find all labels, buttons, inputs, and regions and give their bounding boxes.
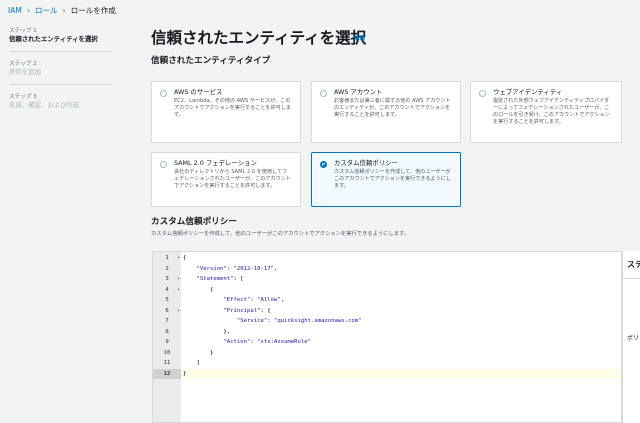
- code-text: "Statement": [: [196, 276, 244, 282]
- entity-card-title: SAML 2.0 フェデレーション: [174, 159, 257, 167]
- code-text: {: [183, 255, 187, 261]
- entity-card-aws-account[interactable]: AWS アカウント お客様または第三者に属する他の AWS アカウントのエンティ…: [311, 81, 461, 143]
- fold-toggle-icon[interactable]: ▾: [177, 285, 180, 295]
- entity-card-title: カスタム信頼ポリシー: [334, 159, 398, 167]
- code-line[interactable]: 1 ▾{: [153, 253, 621, 263]
- breadcrumb-current: ロールを作成: [70, 5, 116, 15]
- breadcrumb-iam-link[interactable]: IAM: [8, 6, 22, 15]
- code-text: ]: [183, 360, 200, 366]
- step-number: ステップ 1: [9, 28, 37, 34]
- chevron-right-icon: ›: [62, 5, 66, 15]
- policy-json-editor[interactable]: 1 ▾{2 "Version": "2012-10-17", 3 ▾ "Stateme…: [152, 251, 622, 423]
- info-link[interactable]: 情報: [354, 34, 365, 42]
- step-title: 許可を追加: [9, 68, 41, 76]
- code-text: "Principal": {: [223, 307, 271, 314]
- radio-button[interactable]: [160, 90, 167, 97]
- radio-button[interactable]: [479, 90, 486, 97]
- radio-button[interactable]: [160, 161, 167, 168]
- side-panel: ステ ポリ: [622, 251, 640, 423]
- custom-policy-desc: カスタム信頼ポリシーを作成して、他のユーザーがこのアカウントでアクションを実行で…: [151, 231, 410, 237]
- code-line[interactable]: 6 ▾ "Principal": {: [153, 306, 621, 316]
- divider: [623, 278, 640, 279]
- breadcrumb-roles-link[interactable]: ロール: [35, 5, 58, 16]
- chevron-right-icon: ›: [26, 5, 31, 15]
- step-1: ステップ 1 信頼されたエンティティを選択: [9, 27, 112, 52]
- step-number: ステップ 2: [9, 61, 37, 67]
- line-number: 10: [163, 349, 171, 356]
- entity-card-title: AWS アカウント: [334, 88, 383, 96]
- code-line[interactable]: 8 },: [153, 327, 621, 337]
- custom-policy-title: カスタム信頼ポリシー: [151, 217, 237, 227]
- code-line[interactable]: 7 "Service": "quicksight.amazonaws.com": [153, 316, 621, 326]
- code-line[interactable]: 9 "Action": "sts:AssumeRole": [153, 337, 621, 347]
- line-number: 8: [165, 328, 169, 335]
- code-line[interactable]: 11 ]: [153, 358, 621, 368]
- code-line[interactable]: 2 "Version": "2012-10-17",: [153, 264, 621, 274]
- code-text: }: [183, 349, 214, 356]
- radio-button[interactable]: [320, 90, 327, 97]
- code-line[interactable]: 3 ▾ "Statement": [: [153, 274, 621, 284]
- fold-toggle-icon[interactable]: ▾: [177, 306, 180, 316]
- line-number: 9: [165, 339, 169, 345]
- entity-card-desc: 会社のディレクトリから SAML 2.0 を使用してフェデレーションされたユーザ…: [174, 169, 291, 189]
- code-text: "Version": "2012-10-17",: [196, 265, 278, 272]
- step-title: 名前、確認、および作成: [9, 101, 80, 109]
- entity-card-desc: カスタム信頼ポリシーを作成して、他のユーザーがこのアカウントでアクションを実行で…: [334, 169, 451, 189]
- side-panel-text: ポリ: [627, 335, 640, 342]
- code-text: },: [183, 328, 231, 335]
- step-3: ステップ 3 名前、確認、および作成: [9, 93, 112, 117]
- entity-card-saml-federation[interactable]: SAML 2.0 フェデレーション 会社のディレクトリから SAML 2.0 を…: [151, 152, 301, 207]
- breadcrumb: IAM › ロール › ロールを作成: [8, 4, 116, 16]
- code-text: "Service": "quicksight.amazonaws.com": [236, 318, 362, 324]
- step-title: 信頼されたエンティティを選択: [9, 35, 98, 43]
- entity-card-title: ウェブアイデンティティ: [493, 88, 563, 96]
- line-number: 12: [153, 368, 181, 379]
- wizard-steps: ステップ 1 信頼されたエンティティを選択 ステップ 2 許可を追加 ステップ …: [9, 27, 112, 125]
- line-number: 11: [163, 360, 171, 366]
- line-number: 2: [165, 265, 169, 272]
- code-line[interactable]: 4 ▾ {: [153, 285, 621, 295]
- step-number: ステップ 3: [9, 94, 37, 100]
- radio-button-selected[interactable]: [320, 161, 327, 168]
- line-number: 5: [165, 297, 169, 303]
- entity-card-desc: EC2、Lambda、その他の AWS サービスが、このアカウントでアクションを…: [174, 98, 291, 118]
- code-line[interactable]: 10 }: [153, 348, 621, 358]
- line-number: 7: [165, 318, 169, 324]
- side-panel-heading: ステ: [627, 260, 640, 269]
- entity-card-web-identity[interactable]: ウェブアイデンティティ 指定された外部ウェブアイデンティティプロバイダーによって…: [470, 81, 622, 143]
- entity-card-aws-service[interactable]: AWS のサービス EC2、Lambda、その他の AWS サービスが、このアカ…: [151, 81, 301, 143]
- page-title: 信頼されたエンティティを選択: [151, 29, 367, 47]
- entity-section-title: 信頼されたエンティティタイプ: [151, 56, 271, 66]
- entity-card-desc: お客様または第三者に属する他の AWS アカウントのエンティティが、このアカウン…: [334, 98, 451, 118]
- code-line[interactable]: 12}: [153, 368, 621, 379]
- step-2: ステップ 2 許可を追加: [9, 60, 112, 85]
- entity-card-desc: 指定された外部ウェブアイデンティティプロバイダーによってフェデレーションされたユ…: [493, 98, 610, 125]
- fold-toggle-icon[interactable]: ▾: [177, 253, 180, 263]
- fold-toggle-icon[interactable]: ▾: [177, 274, 180, 284]
- entity-card-custom-trust-policy[interactable]: カスタム信頼ポリシー カスタム信頼ポリシーを作成して、他のユーザーがこのアカウン…: [311, 152, 461, 207]
- code-text: }: [183, 370, 187, 377]
- code-text: "Action": "sts:AssumeRole": [223, 339, 312, 345]
- code-line[interactable]: 5 "Effect": "Allow",: [153, 295, 621, 305]
- code-text: {: [183, 286, 214, 293]
- code-text: "Effect": "Allow",: [223, 297, 285, 303]
- entity-card-title: AWS のサービス: [174, 88, 223, 96]
